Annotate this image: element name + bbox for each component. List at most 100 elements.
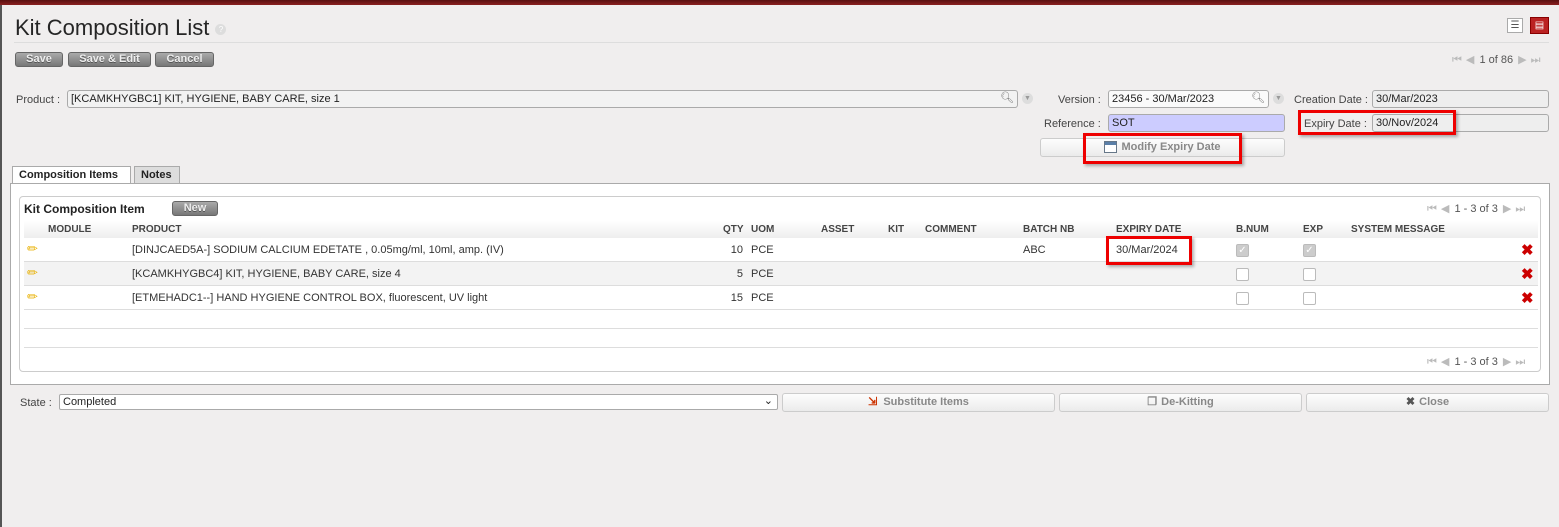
substitute-icon: ⇲ [868, 396, 878, 408]
de-kitting-button[interactable]: ❐ De-Kitting [1059, 393, 1302, 412]
creation-date-field: 30/Mar/2023 [1372, 90, 1549, 108]
de-kitting-label: De-Kitting [1161, 396, 1214, 408]
row-uom: PCE [751, 268, 774, 280]
prev-icon[interactable]: ◀ [1466, 54, 1474, 66]
close-button[interactable]: ✖ Close [1306, 393, 1549, 412]
highlight-box [1106, 236, 1192, 265]
last-icon[interactable]: ⏭ [1531, 54, 1541, 66]
delete-icon[interactable]: ✖ [1521, 289, 1534, 307]
chevron-down-icon: ⌄ [763, 395, 773, 407]
first-icon[interactable]: ⏮ [1452, 54, 1462, 66]
page-title-text: Kit Composition List [15, 15, 210, 40]
row-batch: ABC [1023, 244, 1046, 256]
divider [14, 42, 1549, 43]
version-value: 23456 - 30/Mar/2023 [1112, 93, 1215, 105]
delete-icon[interactable]: ✖ [1521, 265, 1534, 283]
col-system-message[interactable]: SYSTEM MESSAGE [1351, 224, 1445, 235]
divider [24, 347, 1538, 348]
close-label: Close [1419, 396, 1450, 408]
last-icon[interactable]: ⏭ [1515, 356, 1525, 368]
form-view-icon[interactable]: ▤ [1530, 17, 1549, 34]
exp-checkbox[interactable]: ✓ [1303, 244, 1316, 257]
edit-pencil-icon[interactable]: ✏ [27, 241, 38, 257]
bnum-checkbox[interactable]: ✓ [1236, 244, 1249, 257]
search-icon[interactable]: 🔍︎ [1000, 92, 1014, 104]
col-expiry[interactable]: EXPIRY DATE [1116, 224, 1181, 235]
state-label: State : [20, 397, 52, 409]
col-product[interactable]: PRODUCT [132, 224, 181, 235]
highlight-box [1083, 133, 1242, 164]
edit-pencil-icon[interactable]: ✏ [27, 289, 38, 305]
next-icon[interactable]: ▶ [1503, 356, 1511, 368]
col-kit[interactable]: KIT [888, 224, 904, 235]
row-qty: 10 [730, 244, 743, 256]
version-label: Version : [1058, 94, 1101, 106]
list-title: Kit Composition Item [24, 202, 145, 216]
row-uom: PCE [751, 292, 774, 304]
col-exp[interactable]: EXP [1303, 224, 1323, 235]
list-view-icon[interactable]: ☰ [1507, 18, 1523, 33]
reference-label: Reference : [1044, 118, 1101, 130]
table-row[interactable]: ✏ [ETMEHADC1--] HAND HYGIENE CONTROL BOX… [24, 286, 1538, 310]
close-icon: ✖ [1405, 396, 1416, 408]
substitute-label: Substitute Items [883, 396, 969, 408]
list-pager-bottom: ⏮ ◀ 1 - 3 of 3 ▶ ⏭ [1425, 355, 1527, 369]
dropdown-icon[interactable]: ▼ [1022, 93, 1033, 104]
dropdown-icon[interactable]: ▼ [1273, 93, 1284, 104]
left-edge [0, 5, 2, 527]
divider [24, 328, 1538, 329]
pager-text: 1 - 3 of 3 [1454, 203, 1498, 215]
col-uom[interactable]: UOM [751, 224, 774, 235]
pager-text: 1 - 3 of 3 [1454, 356, 1498, 368]
state-select[interactable]: Completed ⌄ [59, 394, 778, 410]
next-icon[interactable]: ▶ [1503, 203, 1511, 215]
table-row[interactable]: ✏ [DINJCAED5A-] SODIUM CALCIUM EDETATE ,… [24, 238, 1538, 262]
exp-checkbox[interactable] [1303, 292, 1316, 305]
substitute-items-button[interactable]: ⇲ Substitute Items [782, 393, 1055, 412]
row-product: [ETMEHADC1--] HAND HYGIENE CONTROL BOX, … [132, 292, 488, 304]
help-icon[interactable]: ? [215, 23, 227, 35]
top-bar [0, 0, 1559, 5]
first-icon[interactable]: ⏮ [1427, 203, 1437, 215]
tab-notes[interactable]: Notes [134, 166, 180, 184]
record-pager: ⏮ ◀ 1 of 86 ▶ ⏭ [1450, 53, 1543, 67]
highlight-box [1298, 110, 1456, 135]
first-icon[interactable]: ⏮ [1427, 356, 1437, 368]
row-qty: 15 [730, 292, 743, 304]
bnum-checkbox[interactable] [1236, 292, 1249, 305]
copy-icon: ❐ [1147, 396, 1158, 408]
table-row[interactable]: ✏ [KCAMKHYGBC4] KIT, HYGIENE, BABY CARE,… [24, 262, 1538, 286]
delete-icon[interactable]: ✖ [1521, 241, 1534, 259]
new-button[interactable]: New [172, 201, 218, 216]
col-bnum[interactable]: B.NUM [1236, 224, 1269, 235]
search-icon[interactable]: 🔍︎ [1251, 92, 1265, 104]
col-asset[interactable]: ASSET [821, 224, 854, 235]
col-qty[interactable]: QTY [723, 224, 744, 235]
version-input[interactable]: 23456 - 30/Mar/2023 🔍︎ [1108, 90, 1269, 108]
prev-icon[interactable]: ◀ [1441, 356, 1449, 368]
product-label: Product : [16, 94, 61, 106]
prev-icon[interactable]: ◀ [1441, 203, 1449, 215]
product-value: [KCAMKHYGBC1] KIT, HYGIENE, BABY CARE, s… [71, 93, 340, 105]
exp-checkbox[interactable] [1303, 268, 1316, 281]
edit-pencil-icon[interactable]: ✏ [27, 265, 38, 281]
row-product: [DINJCAED5A-] SODIUM CALCIUM EDETATE , 0… [132, 244, 504, 256]
reference-input[interactable]: SOT [1108, 114, 1285, 132]
row-qty: 5 [736, 268, 743, 280]
cancel-button[interactable]: Cancel [155, 52, 214, 67]
col-batch[interactable]: BATCH NB [1023, 224, 1074, 235]
page-title: Kit Composition List? [15, 15, 227, 41]
last-icon[interactable]: ⏭ [1515, 203, 1525, 215]
col-module[interactable]: MODULE [48, 224, 91, 235]
bnum-checkbox[interactable] [1236, 268, 1249, 281]
state-value: Completed [63, 396, 117, 408]
col-comment[interactable]: COMMENT [925, 224, 977, 235]
row-uom: PCE [751, 244, 774, 256]
save-edit-button[interactable]: Save & Edit [68, 52, 151, 67]
next-icon[interactable]: ▶ [1518, 54, 1526, 66]
row-product: [KCAMKHYGBC4] KIT, HYGIENE, BABY CARE, s… [132, 268, 401, 280]
list-pager-top: ⏮ ◀ 1 - 3 of 3 ▶ ⏭ [1425, 202, 1527, 216]
product-input[interactable]: [KCAMKHYGBC1] KIT, HYGIENE, BABY CARE, s… [67, 90, 1018, 108]
pager-text: 1 of 86 [1479, 54, 1514, 66]
save-button[interactable]: Save [15, 52, 63, 67]
